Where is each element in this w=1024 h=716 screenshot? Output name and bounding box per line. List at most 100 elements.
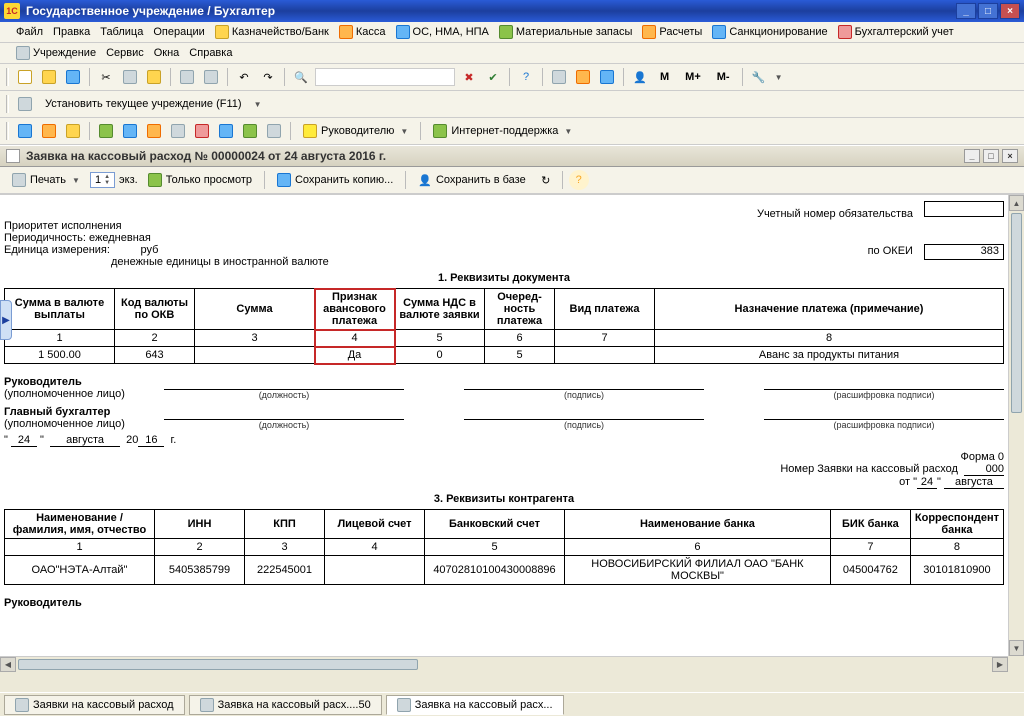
memory-m[interactable]: M <box>654 69 675 85</box>
sidebar-expand-icon[interactable]: ▶ <box>0 300 12 340</box>
manager-dropdown[interactable]: Руководителю▼ <box>297 122 414 140</box>
tools-icon[interactable] <box>597 67 617 87</box>
check-icon[interactable]: ✔ <box>483 67 503 87</box>
save-icon[interactable] <box>63 67 83 87</box>
scroll-left-icon[interactable]: ◀ <box>0 657 16 672</box>
menu-sanction[interactable]: Санкционирование <box>712 25 827 39</box>
scroll-right-icon[interactable]: ▶ <box>992 657 1008 672</box>
tb3-icon-4[interactable] <box>96 121 116 141</box>
person-icon[interactable]: 👤 <box>630 67 650 87</box>
s1-val7[interactable] <box>555 347 655 364</box>
menu-help[interactable]: Справка <box>189 46 232 60</box>
redo-icon[interactable]: ↷ <box>258 67 278 87</box>
memory-mminus[interactable]: M- <box>711 69 736 85</box>
menu-operations[interactable]: Операции <box>153 25 204 39</box>
tb3-icon-8[interactable] <box>192 121 212 141</box>
menu-institution[interactable]: Учреждение <box>16 46 96 60</box>
doc-help-icon[interactable]: ? <box>569 170 589 190</box>
menu-calculations[interactable]: Расчеты <box>642 25 702 39</box>
scroll-thumb[interactable] <box>1011 213 1022 413</box>
copies-spinner[interactable]: 1 ▲▼ <box>90 172 115 188</box>
print-button[interactable]: Печать▼ <box>6 171 86 189</box>
menu-windows[interactable]: Окна <box>154 46 180 60</box>
calendar-icon[interactable] <box>573 67 593 87</box>
help-icon[interactable]: ? <box>516 67 536 87</box>
refresh-icon[interactable]: ↻ <box>536 170 556 190</box>
s1-col4: Признак авансового платежа <box>315 289 395 330</box>
doc-minimize-button[interactable]: _ <box>964 149 980 163</box>
restore-button[interactable]: □ <box>978 3 998 19</box>
s3-val7[interactable]: 045004762 <box>830 556 910 585</box>
menu-file[interactable]: Файл <box>16 25 43 39</box>
set-institution-button[interactable]: Установить текущее учреждение (F11) <box>39 96 248 112</box>
horizontal-scrollbar[interactable]: ◀ ▶ <box>0 656 1008 672</box>
menu-cash[interactable]: Касса <box>339 25 386 39</box>
s1-val1[interactable]: 1 500.00 <box>5 347 115 364</box>
print-icon[interactable] <box>177 67 197 87</box>
new-icon[interactable] <box>15 67 35 87</box>
s3-val2[interactable]: 5405385799 <box>155 556 245 585</box>
obligation-number-field[interactable] <box>924 201 1004 217</box>
support-dropdown[interactable]: Интернет-поддержка▼ <box>427 122 578 140</box>
menu-inventory[interactable]: Материальные запасы <box>499 25 633 39</box>
vertical-scrollbar[interactable]: ▲ ▼ <box>1008 195 1024 656</box>
copy-icon[interactable] <box>120 67 140 87</box>
scroll-up-icon[interactable]: ▲ <box>1009 195 1024 211</box>
taskbar-tab-2[interactable]: Заявка на кассовый расх....50 <box>189 695 382 715</box>
table-row[interactable]: 1 500.00 643 Да 0 5 Аванс за продукты пи… <box>5 347 1004 364</box>
close-button[interactable]: × <box>1000 3 1020 19</box>
s1-val4[interactable]: Да <box>315 347 395 364</box>
s3-val8[interactable]: 30101810900 <box>910 556 1003 585</box>
tb3-icon-2[interactable] <box>39 121 59 141</box>
tb3-icon-7[interactable] <box>168 121 188 141</box>
search-combo[interactable] <box>315 68 455 86</box>
calculator-icon[interactable] <box>549 67 569 87</box>
taskbar-tab-1[interactable]: Заявки на кассовый расход <box>4 695 185 715</box>
tb3-icon-6[interactable] <box>144 121 164 141</box>
tb3-icon-1[interactable] <box>15 121 35 141</box>
tb3-icon-9[interactable] <box>216 121 236 141</box>
menu-assets[interactable]: ОС, НМА, НПА <box>396 25 489 39</box>
tb3-icon-11[interactable] <box>264 121 284 141</box>
taskbar-tab-3[interactable]: Заявка на кассовый расх... <box>386 695 564 715</box>
doc-close-button[interactable]: × <box>1002 149 1018 163</box>
table-row[interactable]: ОАО"НЭТА-Алтай" 5405385799 222545001 407… <box>5 556 1004 585</box>
s3-val4[interactable] <box>325 556 425 585</box>
open-icon[interactable] <box>39 67 59 87</box>
hscroll-thumb[interactable] <box>18 659 418 670</box>
priority-label: Приоритет исполнения <box>4 220 1004 232</box>
s1-val6[interactable]: 5 <box>485 347 555 364</box>
s1-val3[interactable] <box>195 347 315 364</box>
preview-icon[interactable] <box>201 67 221 87</box>
undo-icon[interactable]: ↶ <box>234 67 254 87</box>
s3-val6[interactable]: НОВОСИБИРСКИЙ ФИЛИАЛ ОАО "БАНК МОСКВЫ" <box>565 556 831 585</box>
memory-mplus[interactable]: M+ <box>679 69 707 85</box>
save-copy-button[interactable]: Сохранить копию... <box>271 171 399 189</box>
doc-maximize-button[interactable]: □ <box>983 149 999 163</box>
paste-icon[interactable] <box>144 67 164 87</box>
menu-table[interactable]: Таблица <box>100 25 143 39</box>
scroll-down-icon[interactable]: ▼ <box>1009 640 1024 656</box>
minimize-button[interactable]: _ <box>956 3 976 19</box>
menu-service[interactable]: Сервис <box>106 46 144 60</box>
find-icon[interactable]: 🔍 <box>291 67 311 87</box>
s3-val1[interactable]: ОАО"НЭТА-Алтай" <box>5 556 155 585</box>
s1-val2[interactable]: 643 <box>115 347 195 364</box>
institution-icon[interactable] <box>15 94 35 114</box>
s1-val5[interactable]: 0 <box>395 347 485 364</box>
menu-edit[interactable]: Правка <box>53 25 90 39</box>
settings-icon[interactable]: 🔧 <box>749 67 769 87</box>
s1-col7: Вид платежа <box>555 289 655 330</box>
save-db-button[interactable]: 👤Сохранить в базе <box>412 172 531 189</box>
readonly-button[interactable]: Только просмотр <box>142 171 258 189</box>
s3-val5[interactable]: 40702810100430008896 <box>425 556 565 585</box>
s1-val8[interactable]: Аванс за продукты питания <box>655 347 1004 364</box>
cancel-icon[interactable]: ✖ <box>459 67 479 87</box>
menu-treasury[interactable]: Казначейство/Банк <box>215 25 329 39</box>
tb3-icon-10[interactable] <box>240 121 260 141</box>
tb3-icon-3[interactable] <box>63 121 83 141</box>
tb3-icon-5[interactable] <box>120 121 140 141</box>
cut-icon[interactable]: ✂ <box>96 67 116 87</box>
menu-accounting[interactable]: Бухгалтерский учет <box>838 25 954 39</box>
s3-val3[interactable]: 222545001 <box>245 556 325 585</box>
